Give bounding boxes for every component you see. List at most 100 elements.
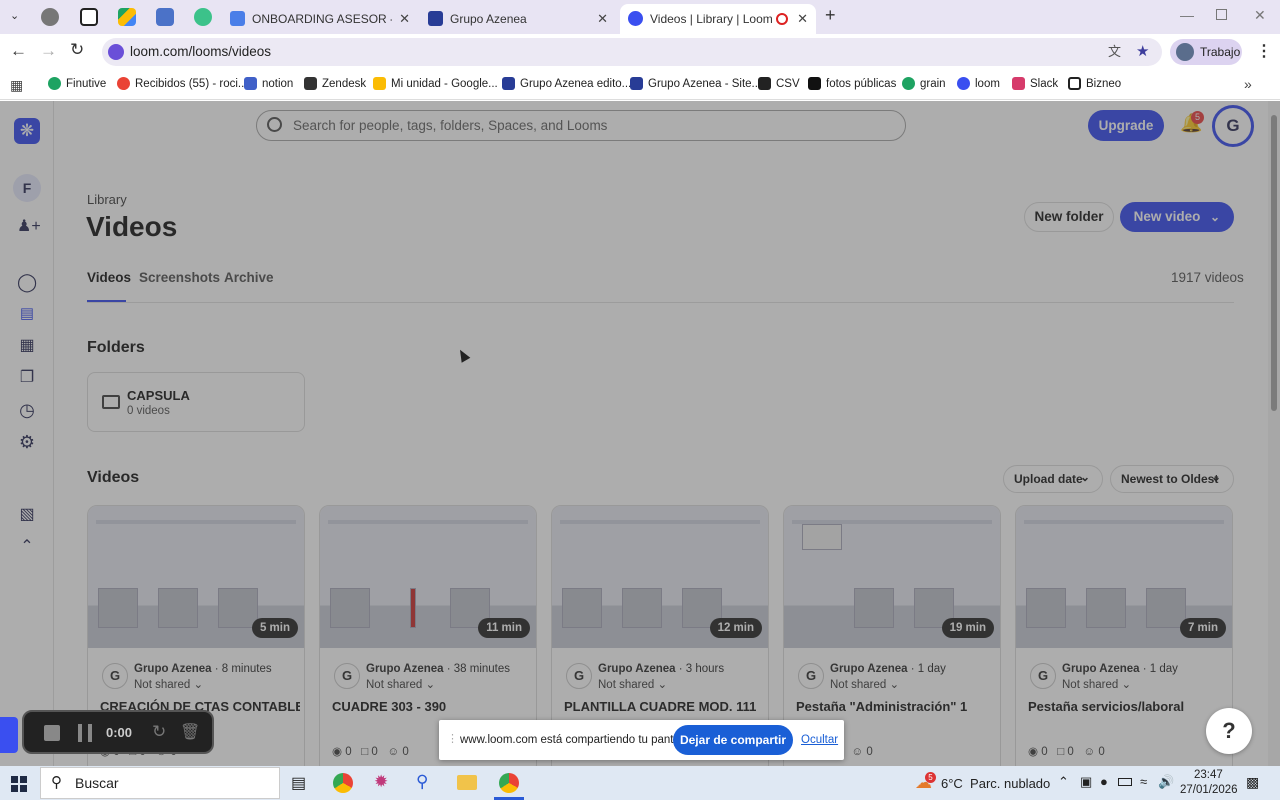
more-bookmarks-icon[interactable]: » [1244, 76, 1252, 92]
battery-icon[interactable] [1118, 778, 1132, 786]
pinned-tab-drive-icon[interactable] [118, 8, 136, 26]
drag-handle-icon[interactable]: ⋮ [447, 732, 458, 745]
tray-chevron-icon[interactable]: ⌃ [1058, 774, 1069, 790]
tab-search-chevron-icon[interactable]: ⌄ [10, 9, 19, 22]
chrome-active-icon[interactable] [499, 773, 519, 793]
windows-taskbar: ⚲ Buscar ▤ ✹ ⚲ ☁ 5 6°C Parc. nublado ⌃ ▣… [0, 766, 1280, 800]
profile-label: Trabajo [1200, 45, 1241, 59]
pinned-tab-bizneo-icon[interactable] [80, 8, 98, 26]
slack-icon [1012, 77, 1025, 90]
microphone-icon[interactable]: ● [1100, 774, 1108, 789]
google-docs-icon [230, 11, 245, 26]
screen-share-bar: ⋮ www.loom.com está compartiendo tu pant… [439, 720, 844, 760]
bookmark-grain[interactable]: grain [902, 77, 946, 90]
wifi-icon[interactable]: ≈ [1140, 774, 1147, 789]
bookmark-grupo-azenea-edito[interactable]: Grupo Azenea edito... [502, 77, 631, 90]
search-app-icon[interactable]: ⚲ [416, 772, 428, 792]
bookmark-grupo-azenea-site[interactable]: Grupo Azenea - Site... [630, 77, 761, 90]
reload-icon[interactable]: ↻ [70, 40, 84, 60]
bookmark-finutive[interactable]: Finutive [48, 77, 106, 90]
forward-icon[interactable]: → [40, 41, 57, 61]
windows-start-icon[interactable] [11, 776, 27, 792]
taskbar-search[interactable]: ⚲ Buscar [40, 767, 280, 799]
recording-icon [776, 13, 788, 25]
task-view-icon[interactable]: ▤ [291, 773, 306, 793]
bookmark-fotos[interactable]: fotos públicas [808, 77, 896, 90]
address-bar[interactable]: loom.com/looms/videos 文 ★ [102, 38, 1162, 66]
search-icon: ⚲ [51, 774, 62, 791]
close-icon[interactable]: ✕ [399, 11, 410, 27]
tray-icon-1[interactable]: ▣ [1080, 774, 1092, 790]
bookmark-recibidos[interactable]: Recibidos (55) - roci... [117, 77, 247, 90]
pinned-tab-screen-icon[interactable] [156, 8, 174, 26]
google-icon [117, 77, 130, 90]
screen-dim-overlay [0, 101, 1280, 766]
share-message: www.loom.com está compartiendo tu pantal… [460, 734, 695, 746]
recording-timer: 0:00 [106, 725, 133, 740]
bookmark-notion[interactable]: notion [244, 77, 293, 90]
browser-toolbar: ← → ↻ loom.com/looms/videos 文 ★ Trabajo … [0, 34, 1280, 70]
finutive-icon [48, 77, 61, 90]
avatar [1176, 43, 1194, 61]
tab-title: Grupo Azenea [450, 12, 527, 26]
stop-sharing-button[interactable]: Dejar de compartir [673, 725, 793, 755]
close-icon[interactable]: ✕ [797, 11, 808, 27]
url-text: loom.com/looms/videos [130, 44, 272, 59]
chrome-icon[interactable] [333, 773, 353, 793]
pinned-tab-grain-icon[interactable] [194, 8, 212, 26]
loom-icon [628, 11, 643, 26]
grain-icon [902, 77, 915, 90]
bizneo-icon [1068, 77, 1081, 90]
snipping-tool-icon[interactable]: ✹ [374, 772, 388, 792]
drive-icon [373, 77, 386, 90]
bookmark-zendesk[interactable]: Zendesk [304, 77, 366, 90]
bookmark-bizneo[interactable]: Bizneo [1068, 77, 1121, 90]
profile-chip[interactable]: Trabajo [1170, 39, 1242, 65]
tab-loom-videos[interactable]: Videos | Library | Loom ✕ [620, 4, 816, 34]
bookmark-mi-unidad[interactable]: Mi unidad - Google... [373, 77, 498, 90]
maximize-icon[interactable] [1216, 9, 1227, 20]
recorder-panel-edge [0, 717, 18, 753]
sites-icon [630, 77, 643, 90]
window-close-icon[interactable]: ✕ [1254, 7, 1266, 24]
tab-onboarding[interactable]: ONBOARDING ASESOR - Docu ✕ [222, 4, 418, 34]
apps-grid-icon[interactable]: ▦ [10, 77, 23, 94]
restart-icon[interactable]: ↻ [152, 722, 166, 742]
pause-icon[interactable] [78, 724, 92, 742]
hide-link[interactable]: Ocultar [801, 734, 838, 746]
browser-tab-strip: ⌄ ONBOARDING ASESOR - Docu ✕ Grupo Azene… [0, 0, 1280, 34]
pinned-tab-icon[interactable] [41, 8, 59, 26]
bookmark-slack[interactable]: Slack [1012, 77, 1058, 90]
bookmarks-bar: ▦ Finutive Recibidos (55) - roci... noti… [0, 70, 1280, 100]
close-icon[interactable]: ✕ [597, 11, 608, 27]
file-explorer-icon[interactable] [457, 775, 477, 790]
sites-icon [428, 11, 443, 26]
help-button[interactable]: ? [1206, 708, 1252, 754]
minimize-icon[interactable]: — [1180, 7, 1194, 23]
notion-icon [244, 77, 257, 90]
loom-icon [957, 77, 970, 90]
translate-icon[interactable]: 文 [1108, 38, 1121, 66]
tab-title: Videos | Library | Loom [650, 12, 773, 26]
fotos-icon [808, 77, 821, 90]
bookmark-star-icon[interactable]: ★ [1136, 38, 1149, 66]
tab-grupo-azenea[interactable]: Grupo Azenea ✕ [420, 4, 616, 34]
clock-time[interactable]: 23:47 [1194, 769, 1223, 781]
menu-kebab-icon[interactable]: ⋮ [1256, 41, 1272, 61]
new-tab-button[interactable]: + [825, 5, 836, 26]
sites-icon [502, 77, 515, 90]
clock-date[interactable]: 27/01/2026 [1180, 784, 1238, 796]
volume-icon[interactable]: 🔊 [1158, 774, 1174, 790]
bookmark-csv[interactable]: CSV [758, 77, 800, 90]
site-info-icon[interactable] [108, 44, 124, 60]
csv-icon [758, 77, 771, 90]
recorder-controls: 0:00 ↻ 🗑 [22, 710, 214, 754]
trash-icon[interactable]: 🗑 [180, 722, 200, 742]
back-icon[interactable]: ← [10, 41, 27, 61]
stop-recording-icon[interactable] [44, 725, 60, 741]
bookmark-loom[interactable]: loom [957, 77, 1000, 90]
tab-title: ONBOARDING ASESOR - Docu [252, 12, 392, 26]
weather-text[interactable]: 6°C Parc. nublado [941, 776, 1050, 791]
zendesk-icon [304, 77, 317, 90]
notifications-center-icon[interactable]: ▩ [1246, 774, 1259, 791]
